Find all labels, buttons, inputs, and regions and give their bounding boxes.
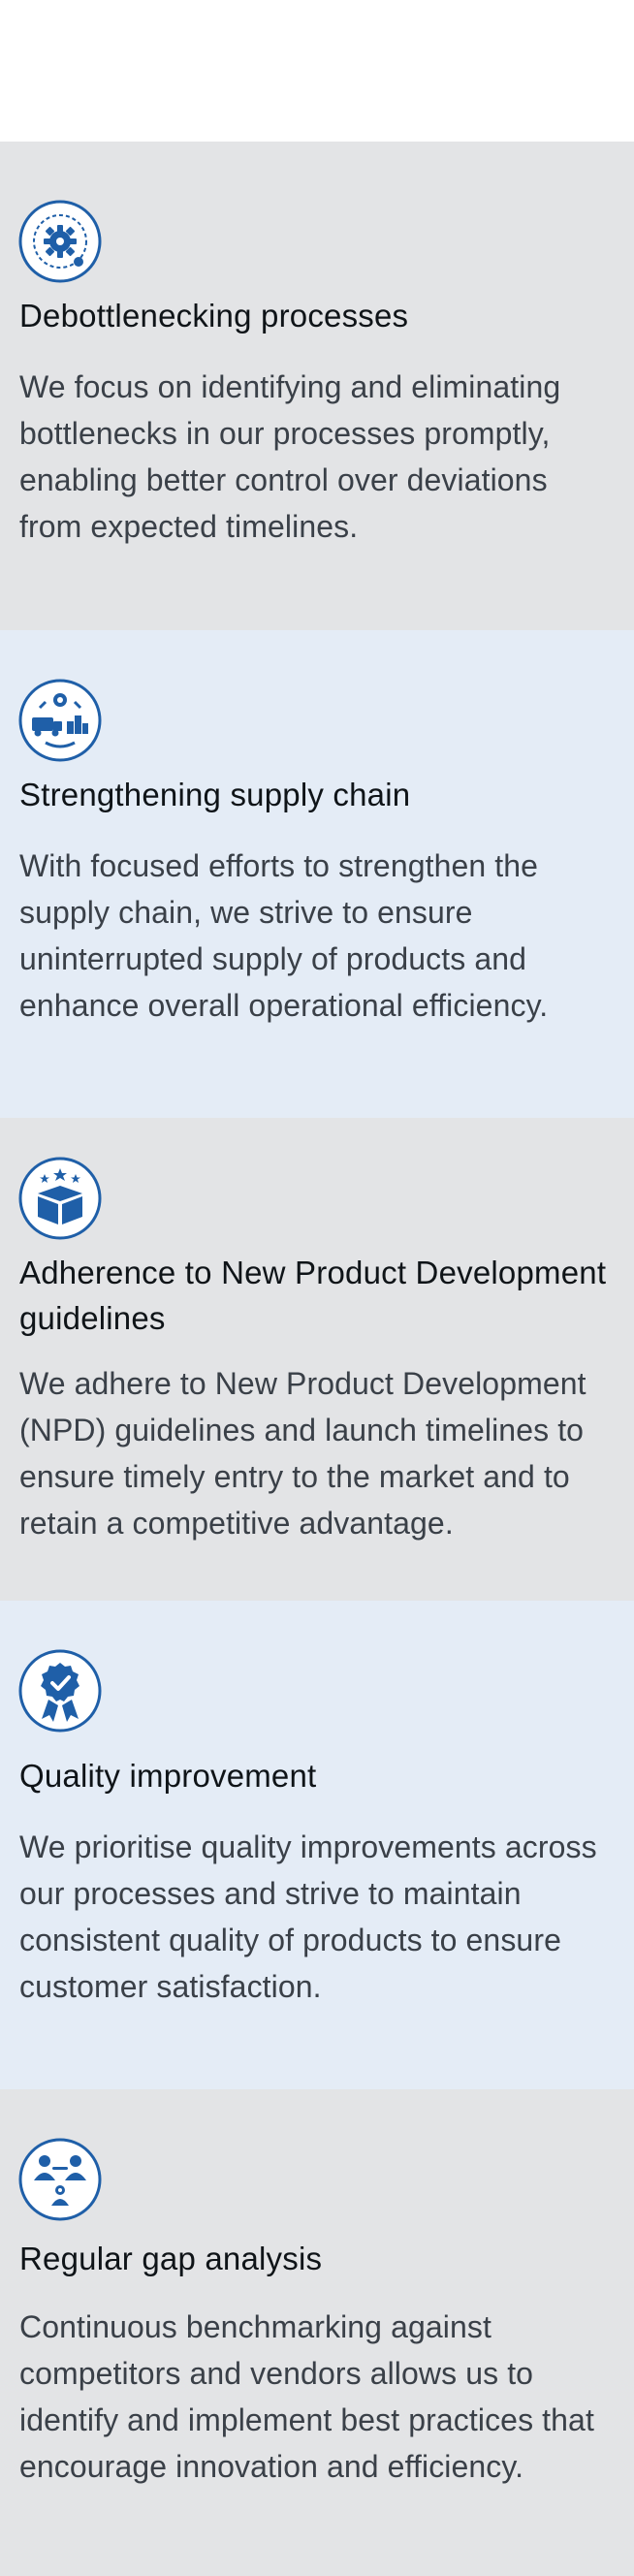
page: Debottlenecking processes We focus on id… <box>0 0 634 2576</box>
top-whitespace <box>0 0 634 142</box>
item-description: We focus on identifying and eliminating … <box>19 369 561 544</box>
item-supply-chain: Strengthening supply chain With focused … <box>0 630 634 1118</box>
item-quality-improvement: Quality improvement We prioritise qualit… <box>0 1601 634 2089</box>
gear-settings-icon <box>18 200 102 283</box>
item-title: Debottlenecking processes <box>19 298 409 334</box>
item-title: Strengthening supply chain <box>19 777 411 812</box>
item-title: Quality improvement <box>19 1758 317 1794</box>
supply-chain-icon <box>18 679 102 762</box>
item-debottlenecking: Debottlenecking processes We focus on id… <box>0 142 634 630</box>
item-gap-analysis: Regular gap analysis Continuous benchmar… <box>0 2089 634 2576</box>
item-description: We adhere to New Product Development (NP… <box>19 1366 586 1541</box>
product-box-stars-icon <box>18 1157 102 1240</box>
people-network-icon <box>18 2138 102 2221</box>
item-description: Continuous benchmarking against competit… <box>19 2309 594 2484</box>
quality-badge-icon <box>18 1649 102 1733</box>
item-npd-guidelines: Adherence to New Product Development gui… <box>0 1118 634 1601</box>
item-description: We prioritise quality improvements acros… <box>19 1829 597 2004</box>
item-title: Regular gap analysis <box>19 2241 323 2276</box>
item-title: Adherence to New Product Development gui… <box>19 1255 607 1336</box>
item-description: With focused efforts to strengthen the s… <box>19 848 549 1023</box>
